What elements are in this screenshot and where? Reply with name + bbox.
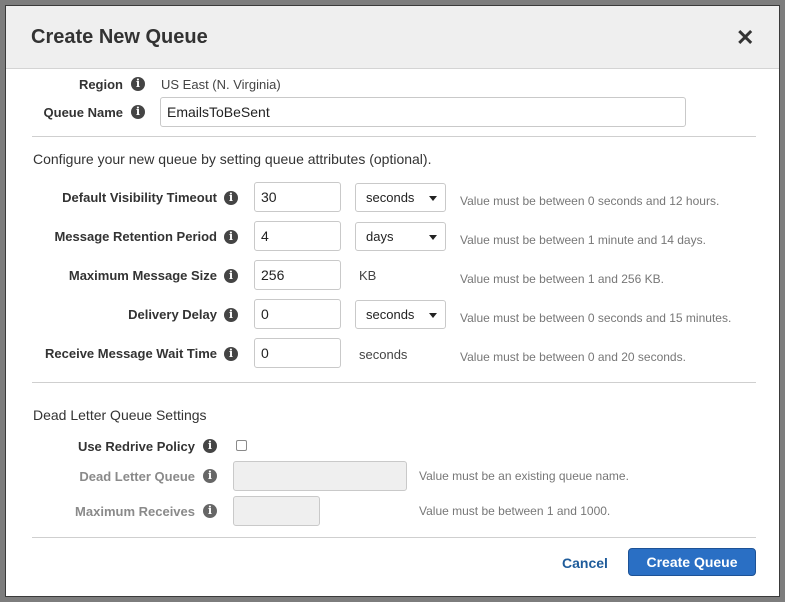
- dead-letter-queue-label: Dead Letter Queue: [79, 469, 195, 484]
- region-value: US East (N. Virginia): [161, 77, 281, 92]
- create-queue-button[interactable]: Create Queue: [628, 548, 756, 576]
- maximum-receives-hint: Value must be between 1 and 1000.: [419, 504, 611, 518]
- info-icon[interactable]: i: [131, 77, 145, 91]
- info-icon[interactable]: i: [203, 439, 217, 453]
- redrive-policy-checkbox[interactable]: [236, 440, 247, 451]
- info-icon[interactable]: i: [224, 347, 238, 361]
- divider: [32, 382, 756, 383]
- retention-period-unit-select[interactable]: days: [355, 222, 446, 251]
- queue-name-label: Queue Name: [43, 105, 123, 120]
- receive-wait-time-label: Receive Message Wait Time: [45, 346, 217, 361]
- chevron-down-icon: [429, 235, 437, 240]
- queue-name-input[interactable]: EmailsToBeSent: [160, 97, 686, 127]
- select-value: seconds: [366, 307, 415, 322]
- retention-period-input[interactable]: 4: [254, 221, 341, 251]
- redrive-policy-label: Use Redrive Policy: [77, 439, 195, 454]
- retention-period-label: Message Retention Period: [54, 229, 217, 244]
- chevron-down-icon: [429, 313, 437, 318]
- delivery-delay-input[interactable]: 0: [254, 299, 341, 329]
- dialog-title: Create New Queue: [31, 26, 208, 48]
- info-icon[interactable]: i: [203, 469, 217, 483]
- info-icon[interactable]: i: [131, 105, 145, 119]
- dead-letter-queue-input[interactable]: [233, 461, 407, 491]
- region-label: Region: [78, 77, 123, 92]
- divider: [32, 537, 756, 538]
- visibility-timeout-hint: Value must be between 0 seconds and 12 h…: [460, 194, 720, 208]
- maximum-receives-input[interactable]: [233, 496, 320, 526]
- maximum-receives-label: Maximum Receives: [75, 504, 195, 519]
- info-icon[interactable]: i: [224, 269, 238, 283]
- delivery-delay-unit-select[interactable]: seconds: [355, 300, 446, 329]
- receive-wait-time-unit: seconds: [359, 347, 408, 362]
- select-value: days: [366, 229, 394, 244]
- max-message-size-input[interactable]: 256: [254, 260, 341, 290]
- close-icon[interactable]: ✕: [736, 27, 756, 49]
- divider: [32, 136, 756, 137]
- delivery-delay-hint: Value must be between 0 seconds and 15 m…: [460, 311, 732, 325]
- chevron-down-icon: [429, 196, 437, 201]
- dead-letter-queue-hint: Value must be an existing queue name.: [419, 469, 629, 483]
- max-message-size-hint: Value must be between 1 and 256 KB.: [460, 272, 664, 286]
- info-icon[interactable]: i: [224, 308, 238, 322]
- retention-period-hint: Value must be between 1 minute and 14 da…: [460, 233, 706, 247]
- dead-letter-section-title: Dead Letter Queue Settings: [33, 407, 207, 423]
- select-value: seconds: [366, 190, 415, 205]
- visibility-timeout-input[interactable]: 30: [254, 182, 341, 212]
- delivery-delay-label: Delivery Delay: [128, 307, 217, 322]
- max-message-size-label: Maximum Message Size: [68, 268, 217, 283]
- attributes-intro: Configure your new queue by setting queu…: [33, 151, 432, 167]
- visibility-timeout-label: Default Visibility Timeout: [62, 190, 217, 205]
- cancel-button[interactable]: Cancel: [562, 555, 608, 571]
- info-icon[interactable]: i: [203, 504, 217, 518]
- visibility-timeout-unit-select[interactable]: seconds: [355, 183, 446, 212]
- receive-wait-time-input[interactable]: 0: [254, 338, 341, 368]
- info-icon[interactable]: i: [224, 230, 238, 244]
- dialog-header: Create New Queue ✕: [6, 6, 779, 69]
- receive-wait-time-hint: Value must be between 0 and 20 seconds.: [460, 350, 686, 364]
- create-queue-dialog: Create New Queue ✕ Region i US East (N. …: [5, 5, 780, 597]
- info-icon[interactable]: i: [224, 191, 238, 205]
- max-message-size-unit: KB: [359, 268, 377, 283]
